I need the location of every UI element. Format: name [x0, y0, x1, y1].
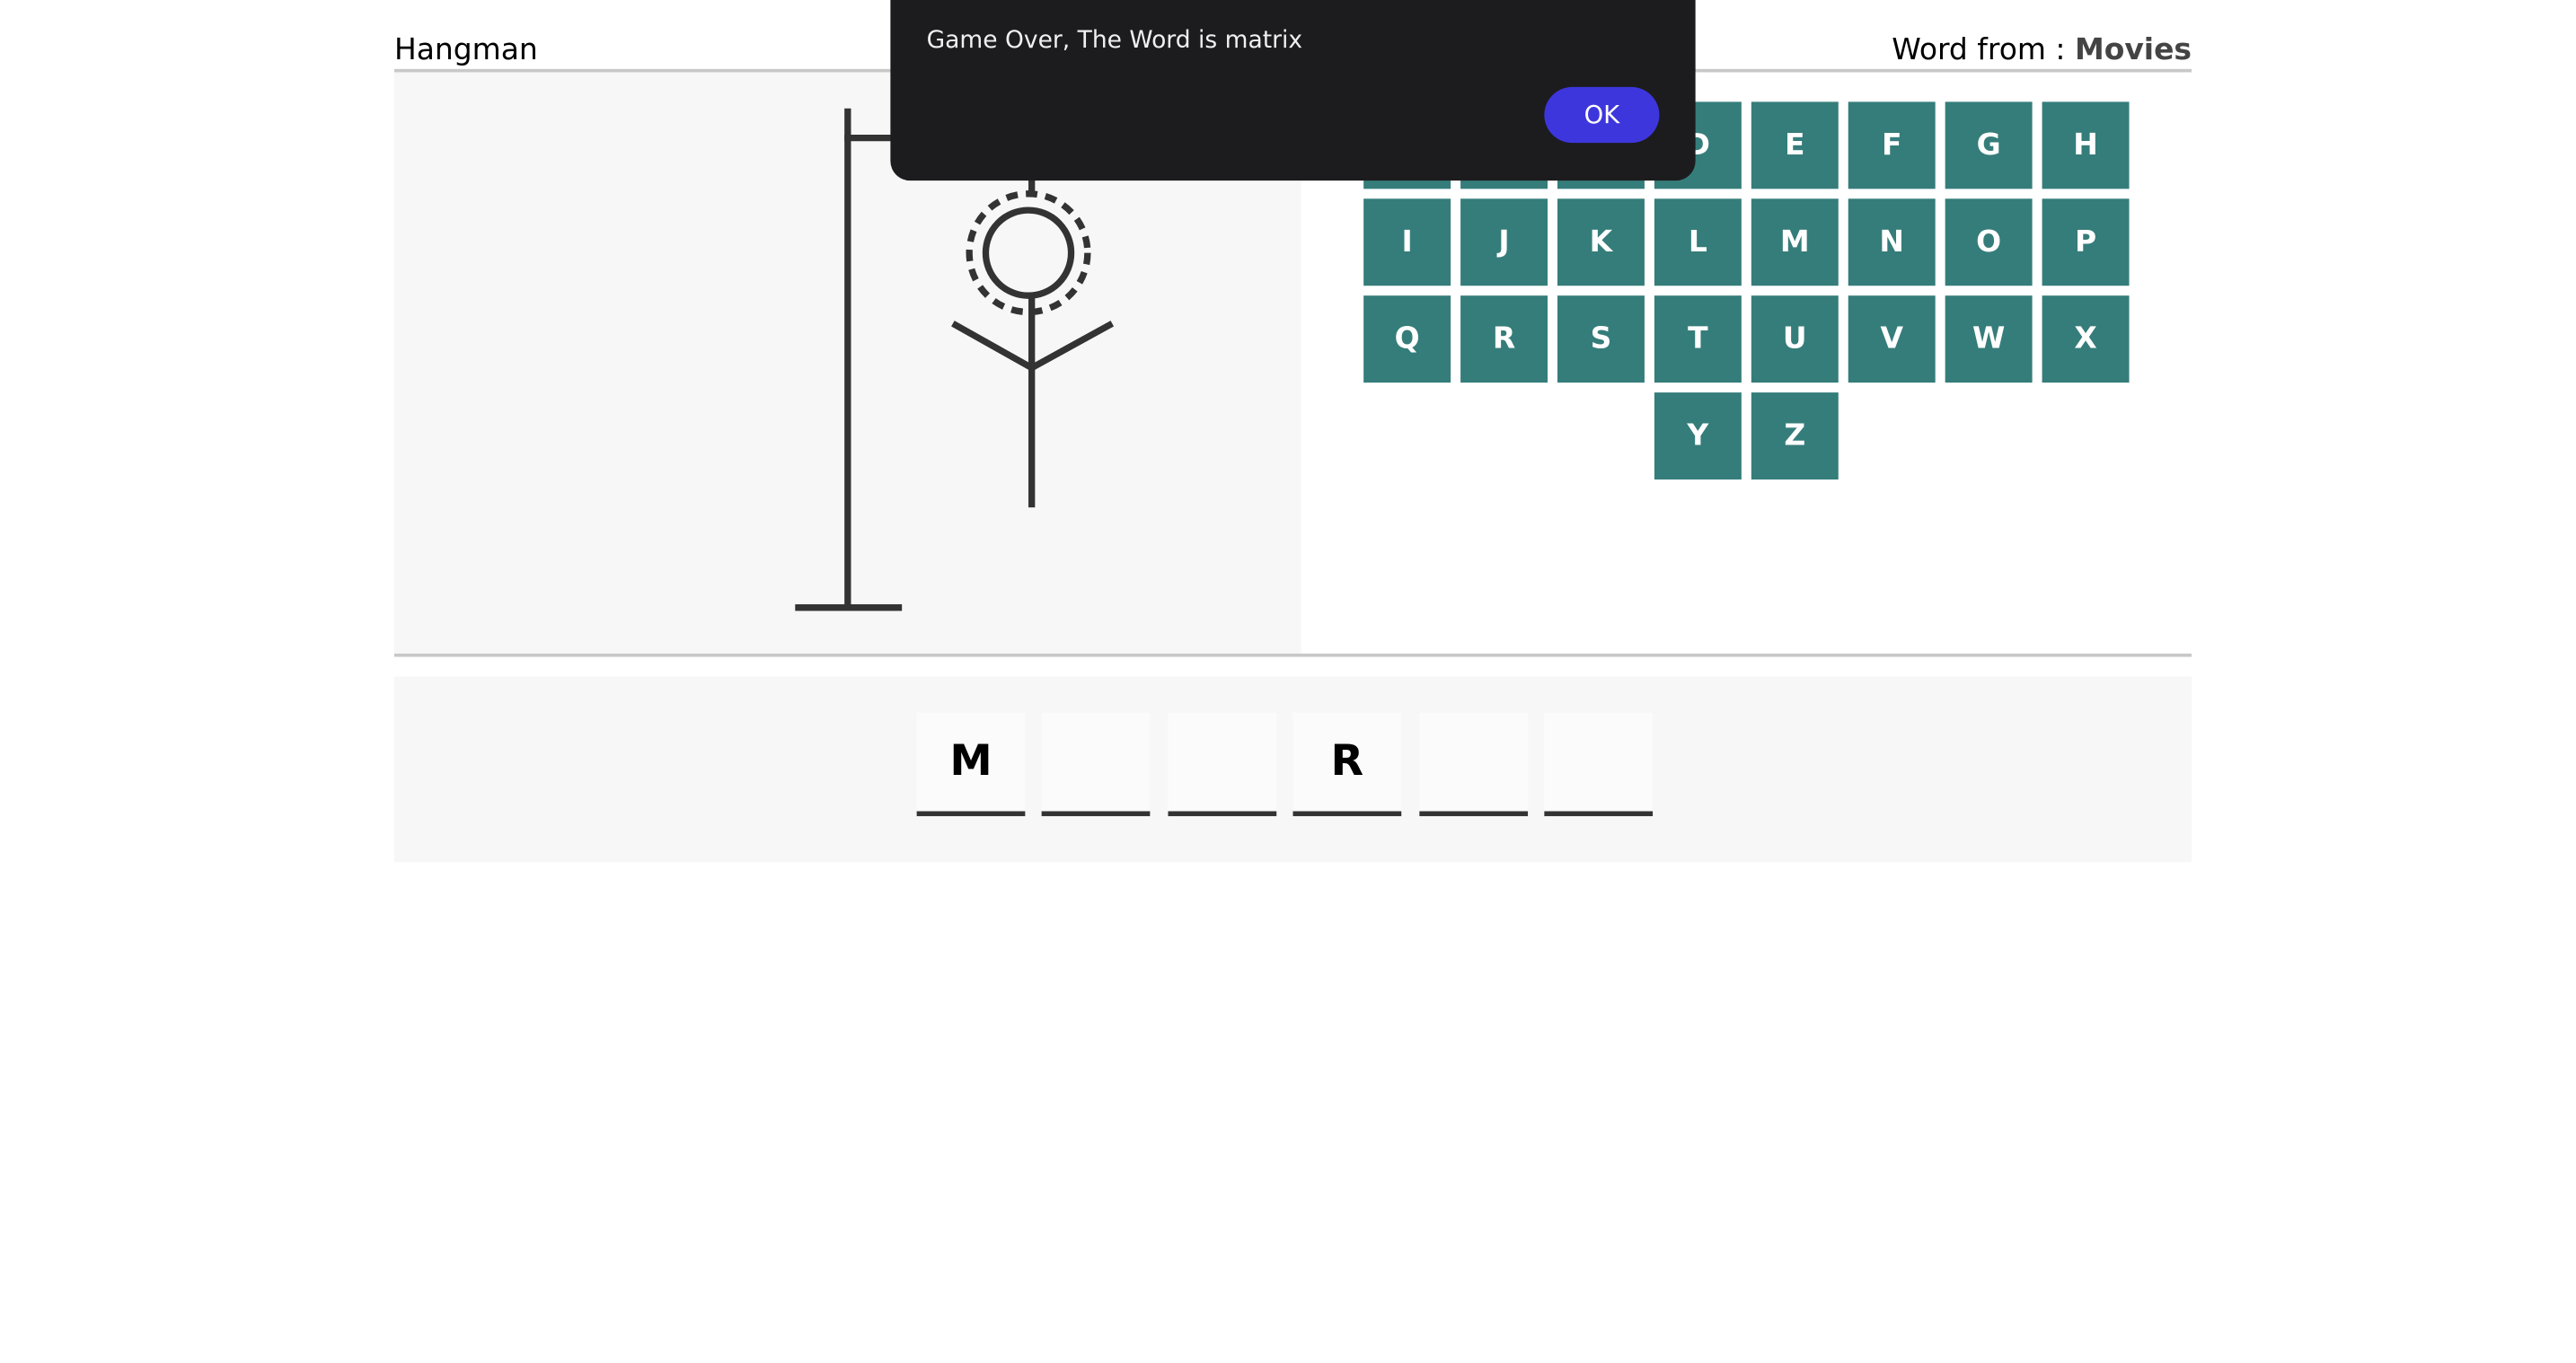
key-g[interactable]: G	[1945, 101, 2033, 189]
left-arm	[951, 321, 1034, 371]
game-title: Hangman	[393, 32, 538, 67]
key-p[interactable]: P	[2042, 198, 2130, 286]
key-f[interactable]: F	[1848, 101, 1936, 189]
word-panel: M R	[393, 676, 2192, 863]
key-s[interactable]: S	[1557, 295, 1645, 383]
key-u[interactable]: U	[1751, 295, 1839, 383]
category-name: Movies	[2074, 32, 2192, 67]
game-over-dialog: Game Over, The Word is matrix OK	[890, 0, 1696, 181]
key-q[interactable]: Q	[1363, 295, 1451, 383]
board-divider	[393, 653, 2192, 657]
letter-slot: M	[916, 712, 1026, 816]
key-m[interactable]: M	[1751, 198, 1839, 286]
key-x[interactable]: X	[2042, 295, 2130, 383]
key-w[interactable]: W	[1945, 295, 2033, 383]
right-arm	[1029, 321, 1115, 371]
key-i[interactable]: I	[1363, 198, 1451, 286]
dialog-message: Game Over, The Word is matrix	[926, 28, 1303, 55]
key-z[interactable]: Z	[1751, 392, 1839, 480]
ok-button[interactable]: OK	[1544, 86, 1660, 144]
key-h[interactable]: H	[2042, 101, 2130, 189]
key-l[interactable]: L	[1654, 198, 1742, 286]
key-n[interactable]: N	[1848, 198, 1936, 286]
letter-slot: R	[1292, 712, 1402, 816]
key-t[interactable]: T	[1654, 295, 1742, 383]
key-y[interactable]: Y	[1654, 392, 1742, 480]
letter-slot	[1419, 712, 1529, 816]
key-e[interactable]: E	[1751, 101, 1839, 189]
key-r[interactable]: R	[1460, 295, 1548, 383]
key-j[interactable]: J	[1460, 198, 1548, 286]
key-o[interactable]: O	[1945, 198, 2033, 286]
head	[982, 207, 1075, 299]
key-v[interactable]: V	[1848, 295, 1936, 383]
category-prefix: Word from :	[1892, 32, 2075, 67]
letter-slot	[1168, 712, 1277, 816]
key-k[interactable]: K	[1557, 198, 1645, 286]
game-page: Hangman Word from : Movies A B C D E F G…	[0, 0, 2576, 1363]
letter-slot	[1041, 712, 1151, 816]
letter-slot	[1544, 712, 1654, 816]
category-label: Word from : Movies	[1892, 33, 2192, 67]
